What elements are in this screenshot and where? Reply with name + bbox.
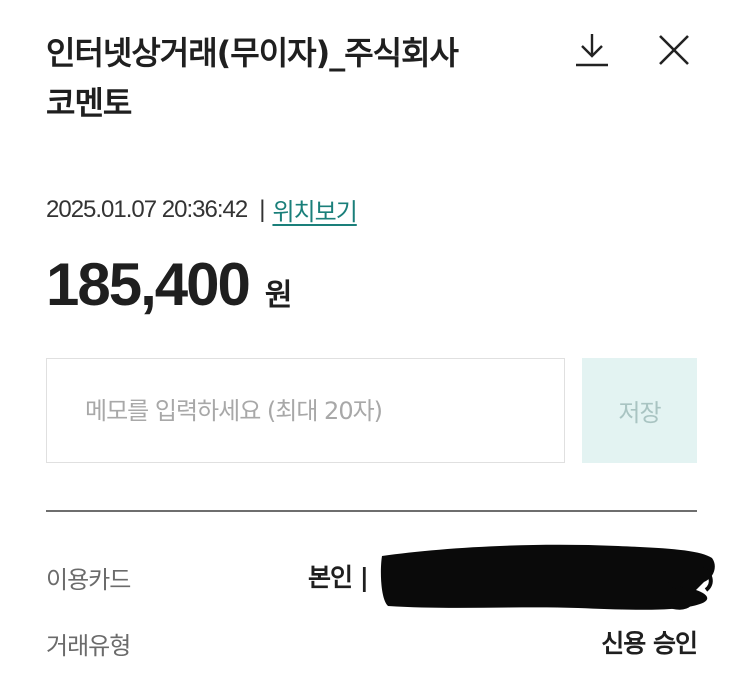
title-line-1: 인터넷상거래(무이자)_주식회사 bbox=[46, 34, 459, 72]
download-icon bbox=[576, 34, 608, 67]
transaction-meta: 2025.01.07 20:36:42 | 위치보기 bbox=[46, 192, 358, 227]
title-line-2: 코멘토 bbox=[46, 84, 132, 122]
view-location-link[interactable]: 위치보기 bbox=[272, 192, 357, 227]
divider bbox=[46, 510, 697, 512]
card-value: 본인 | bbox=[308, 563, 369, 592]
currency-unit: 원 bbox=[264, 278, 293, 313]
type-label: 거래유형 bbox=[46, 632, 131, 660]
redaction-scribble bbox=[380, 544, 715, 610]
page-title: 인터넷상거래(무이자)_주식회사 코멘토 bbox=[46, 28, 546, 128]
transaction-amount: 185,400 bbox=[46, 251, 251, 318]
close-icon bbox=[659, 35, 689, 65]
close-button[interactable] bbox=[652, 28, 696, 72]
transaction-datetime: 2025.01.07 20:36:42 bbox=[46, 195, 248, 223]
card-label: 이용카드 bbox=[46, 566, 131, 594]
download-button[interactable] bbox=[570, 28, 614, 72]
meta-separator: | bbox=[259, 195, 265, 223]
amount-row: 185,400 원 bbox=[46, 250, 293, 319]
type-value: 신용 승인 bbox=[601, 629, 698, 658]
save-button[interactable]: 저장 bbox=[582, 358, 697, 463]
memo-input[interactable] bbox=[46, 358, 565, 463]
